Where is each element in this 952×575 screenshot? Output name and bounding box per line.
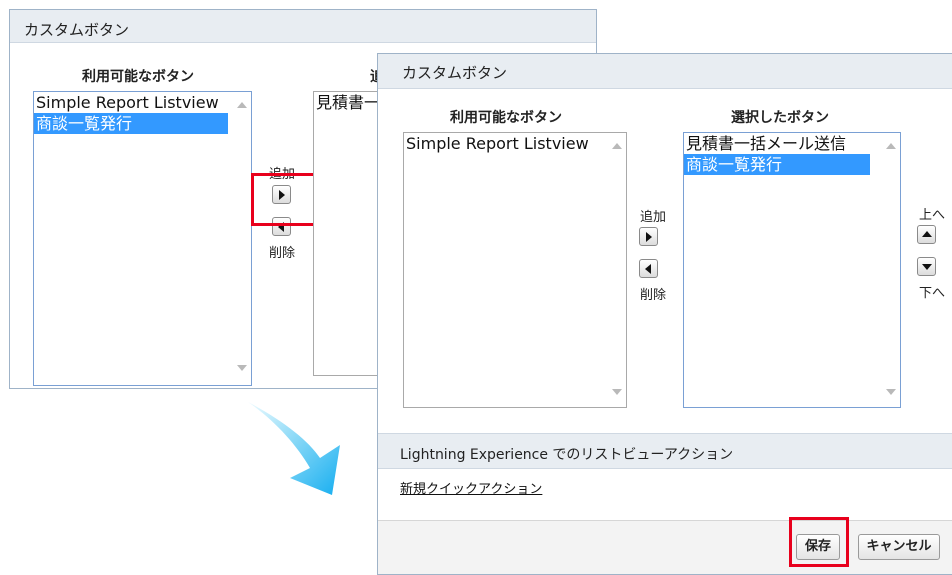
- front-selected-option-1[interactable]: 見積書一括メール送信: [684, 133, 900, 154]
- scroll-down-icon[interactable]: [612, 389, 622, 395]
- lightning-section-title: Lightning Experience でのリストビューアクション: [400, 447, 734, 463]
- move-up-button[interactable]: [917, 225, 936, 244]
- scroll-up-icon[interactable]: [237, 102, 247, 108]
- arrow-left-icon: [645, 264, 651, 274]
- save-button-highlight: [789, 517, 849, 567]
- front-remove-button[interactable]: [639, 259, 658, 278]
- back-available-scrollbar[interactable]: [234, 92, 251, 385]
- arrow-down-icon: [922, 264, 932, 270]
- front-add-label: 追加: [640, 210, 667, 225]
- move-down-label: 下へ: [919, 286, 946, 301]
- back-panel-header: カスタムボタン: [10, 10, 596, 43]
- cancel-button[interactable]: キャンセル: [858, 534, 940, 560]
- front-selected-listbox[interactable]: 見積書一括メール送信 商談一覧発行: [683, 132, 901, 408]
- back-remove-label: 削除: [269, 246, 296, 261]
- lightning-section-header: Lightning Experience でのリストビューアクション: [378, 433, 952, 469]
- back-available-option-1[interactable]: Simple Report Listview: [34, 92, 251, 113]
- front-panel-header: カスタムボタン: [378, 54, 952, 89]
- front-selected-title: 選択したボタン: [731, 110, 829, 126]
- move-down-button[interactable]: [917, 257, 936, 276]
- front-available-scrollbar[interactable]: [609, 133, 626, 407]
- front-remove-label: 削除: [640, 288, 667, 303]
- arrow-right-icon: [646, 232, 652, 242]
- scroll-up-icon[interactable]: [612, 143, 622, 149]
- new-quick-action-link[interactable]: 新規クイックアクション: [400, 478, 542, 497]
- back-available-listbox[interactable]: Simple Report Listview 商談一覧発行: [33, 91, 252, 386]
- front-panel-title: カスタムボタン: [402, 64, 508, 82]
- move-up-label: 上へ: [919, 208, 946, 223]
- scroll-up-icon[interactable]: [886, 143, 896, 149]
- arrow-up-icon: [922, 231, 932, 237]
- back-available-title: 利用可能なボタン: [82, 69, 194, 85]
- front-available-title: 利用可能なボタン: [450, 110, 562, 126]
- back-available-option-2[interactable]: 商談一覧発行: [34, 113, 228, 134]
- add-button-highlight: [251, 173, 318, 226]
- scroll-down-icon[interactable]: [886, 389, 896, 395]
- scroll-down-icon[interactable]: [237, 365, 247, 371]
- front-available-option-1[interactable]: Simple Report Listview: [404, 133, 626, 154]
- front-add-button[interactable]: [639, 227, 658, 246]
- front-selected-scrollbar[interactable]: [883, 133, 900, 407]
- front-custom-buttons-panel: カスタムボタン 利用可能なボタン 選択したボタン Simple Report L…: [377, 53, 952, 575]
- front-available-listbox[interactable]: Simple Report Listview: [403, 132, 627, 408]
- front-selected-option-2[interactable]: 商談一覧発行: [684, 154, 870, 175]
- back-panel-title: カスタムボタン: [24, 21, 130, 39]
